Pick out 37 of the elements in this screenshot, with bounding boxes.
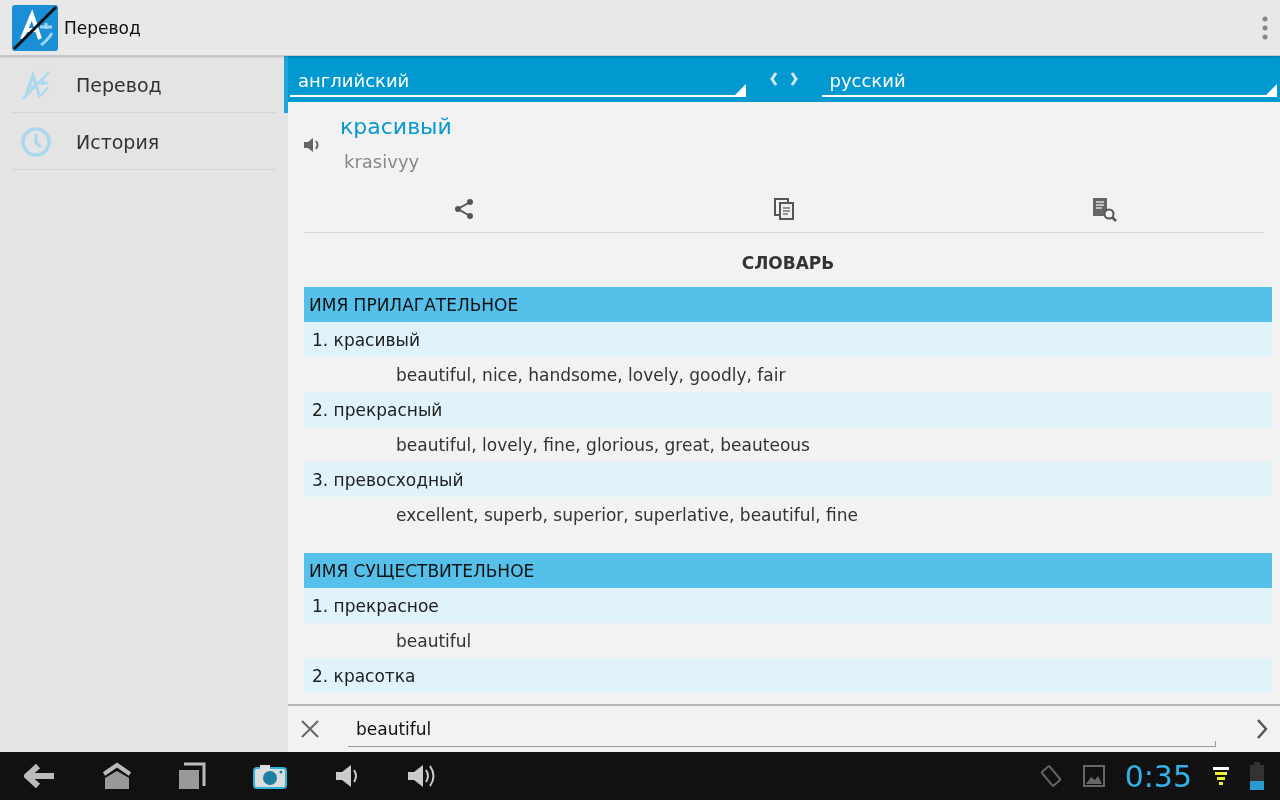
- sidebar-item[interactable]: Перевод: [12, 56, 288, 113]
- dictionary-entry: 2. прекрасный: [304, 392, 1272, 427]
- share-icon[interactable]: [452, 197, 476, 221]
- translate-icon: [20, 68, 52, 101]
- dictionary-entry: 2. красотка: [304, 658, 1272, 693]
- home-icon[interactable]: [102, 762, 132, 790]
- camera-icon[interactable]: [252, 762, 288, 790]
- battery-icon: [1250, 762, 1264, 790]
- part-of-speech-header: ИМЯ СУЩЕСТВИТЕЛЬНОЕ: [304, 553, 1272, 588]
- dictionary-heading: СЛОВАРЬ: [740, 252, 836, 275]
- dictionary-entry: 1. красивый: [304, 322, 1272, 357]
- transliteration: krasivyy: [343, 150, 421, 174]
- clock-time: 0:35: [1124, 758, 1192, 794]
- chevron-right-icon[interactable]: [1256, 718, 1268, 740]
- input-field[interactable]: beautiful: [348, 711, 1216, 747]
- app-title: Перевод: [64, 17, 142, 38]
- rotation-icon: [1038, 764, 1063, 788]
- image-icon: [1082, 765, 1105, 787]
- translations-text: beautiful, nice, handsome, lovely, goodly, fair: [395, 363, 787, 387]
- volume-down-icon[interactable]: [334, 762, 360, 790]
- translations-text: beautiful: [395, 629, 473, 653]
- recent-apps-icon[interactable]: [178, 762, 206, 790]
- part-of-speech-header: ИМЯ ПРИЛАГАТЕЛЬНОЕ: [304, 287, 1272, 322]
- swap-languages-icon[interactable]: [768, 70, 799, 88]
- app-logo-icon[interactable]: [12, 4, 58, 51]
- overflow-menu-icon[interactable]: [1262, 15, 1268, 40]
- translations-text: excellent, superb, superior, superlative, beautiful, fine: [395, 503, 859, 527]
- dictionary-entry: 3. превосходный: [304, 462, 1272, 497]
- back-icon[interactable]: [24, 764, 56, 788]
- copy-icon[interactable]: [772, 197, 796, 221]
- clock-icon: [20, 125, 52, 158]
- document-search-icon[interactable]: [1091, 196, 1117, 222]
- translations-text: beautiful, lovely, fine, glorious, great, beauteous: [395, 433, 811, 457]
- wifi-icon: [1212, 766, 1230, 786]
- dictionary-entry: 1. прекрасное: [304, 588, 1272, 623]
- clear-icon[interactable]: [300, 719, 320, 739]
- translated-word: красивый: [340, 113, 452, 141]
